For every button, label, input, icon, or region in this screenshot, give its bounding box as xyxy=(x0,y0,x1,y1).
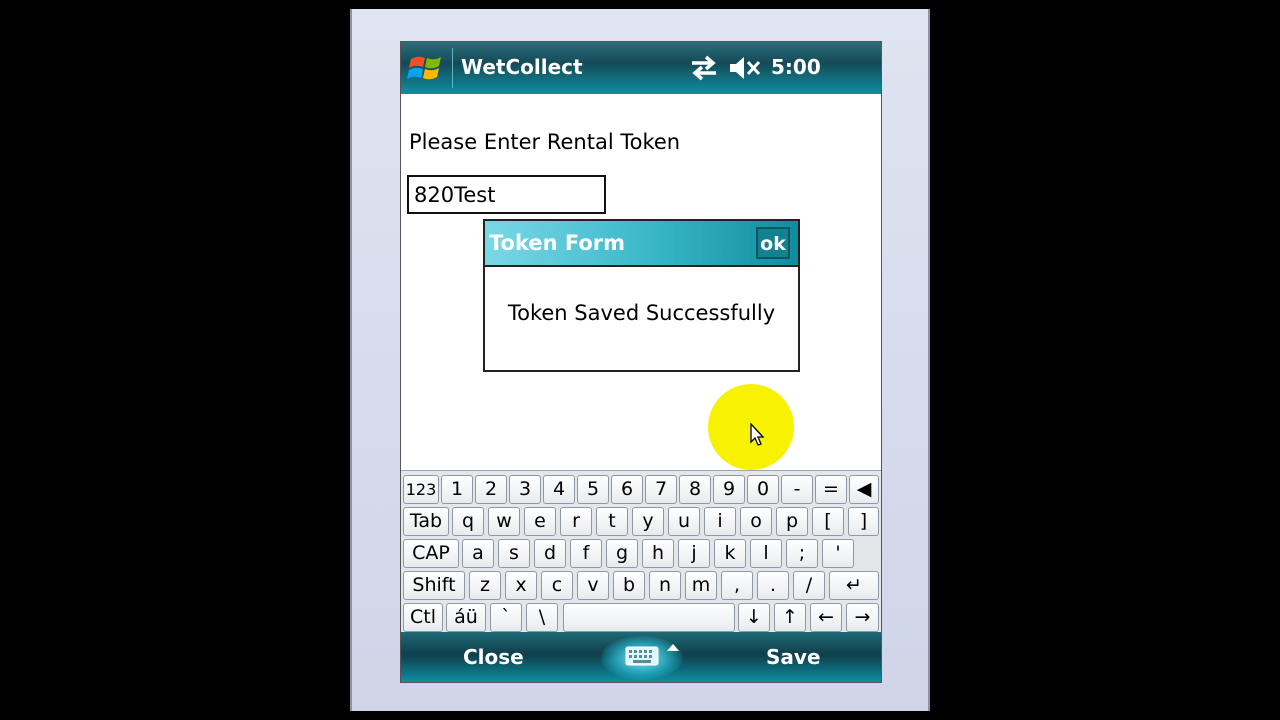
connectivity-icon[interactable] xyxy=(688,54,720,82)
token-prompt-label: Please Enter Rental Token xyxy=(409,130,681,154)
key-r[interactable]: r xyxy=(560,507,592,536)
key-e[interactable]: e xyxy=(524,507,556,536)
save-softkey[interactable]: Save xyxy=(766,645,821,669)
key-v[interactable]: v xyxy=(577,571,609,600)
key-m[interactable]: m xyxy=(685,571,717,600)
keyboard-icon[interactable] xyxy=(625,645,659,667)
dialog-title-bar: Token Form ok xyxy=(485,221,798,267)
enter-key-icon[interactable]: ↵ xyxy=(829,571,879,600)
mouse-pointer-icon xyxy=(750,423,765,446)
key-g[interactable]: g xyxy=(606,539,638,568)
key-9[interactable]: 9 xyxy=(713,475,745,504)
arrow-up-key-icon[interactable]: ↑ xyxy=(774,603,806,632)
key-period[interactable]: . xyxy=(757,571,789,600)
key-space[interactable] xyxy=(563,603,735,632)
key-f[interactable]: f xyxy=(570,539,602,568)
close-softkey[interactable]: Close xyxy=(463,645,524,669)
key-s[interactable]: s xyxy=(498,539,530,568)
key-shift[interactable]: Shift xyxy=(403,571,465,600)
key-slash[interactable]: / xyxy=(793,571,825,600)
key-z[interactable]: z xyxy=(469,571,501,600)
key-q[interactable]: q xyxy=(452,507,484,536)
rental-token-input[interactable]: 820Test xyxy=(407,175,606,214)
key-equals[interactable]: = xyxy=(815,475,847,504)
arrow-right-key-icon[interactable]: → xyxy=(846,603,879,632)
key-quote[interactable]: ' xyxy=(822,539,854,568)
key-7[interactable]: 7 xyxy=(645,475,677,504)
key-a[interactable]: a xyxy=(462,539,494,568)
key-0[interactable]: 0 xyxy=(747,475,779,504)
key-b[interactable]: b xyxy=(613,571,645,600)
key-5[interactable]: 5 xyxy=(577,475,609,504)
key-right-bracket[interactable]: ] xyxy=(848,507,879,536)
key-p[interactable]: p xyxy=(776,507,808,536)
key-caps[interactable]: CAP xyxy=(403,539,459,568)
app-title: WetCollect xyxy=(461,55,583,79)
key-l[interactable]: l xyxy=(750,539,782,568)
backspace-key-icon[interactable]: ◀ xyxy=(849,475,879,504)
soft-keyboard: 123 1 2 3 4 5 6 7 8 9 0 - = ◀ Tab q w e … xyxy=(401,470,881,633)
key-2[interactable]: 2 xyxy=(475,475,507,504)
key-semicolon[interactable]: ; xyxy=(786,539,818,568)
dialog-message: Token Saved Successfully xyxy=(507,301,776,325)
key-minus[interactable]: - xyxy=(781,475,813,504)
key-accents[interactable]: áü xyxy=(446,603,486,632)
title-separator xyxy=(452,48,453,88)
key-t[interactable]: t xyxy=(596,507,628,536)
key-1[interactable]: 1 xyxy=(441,475,473,504)
key-3[interactable]: 3 xyxy=(509,475,541,504)
windows-start-icon[interactable] xyxy=(407,49,447,87)
dialog-title: Token Form xyxy=(489,231,626,255)
key-tab[interactable]: Tab xyxy=(403,507,449,536)
key-u[interactable]: u xyxy=(668,507,700,536)
key-x[interactable]: x xyxy=(505,571,537,600)
token-form-dialog: Token Form ok Token Saved Successfully xyxy=(483,219,800,372)
key-ctl[interactable]: Ctl xyxy=(403,603,443,632)
clock[interactable]: 5:00 xyxy=(771,55,821,79)
key-123[interactable]: 123 xyxy=(403,475,439,504)
ok-button[interactable]: ok xyxy=(756,227,790,259)
key-w[interactable]: w xyxy=(488,507,520,536)
key-y[interactable]: y xyxy=(632,507,664,536)
arrow-left-key-icon[interactable]: ← xyxy=(810,603,842,632)
menu-bar: Close Save xyxy=(401,632,881,682)
key-left-bracket[interactable]: [ xyxy=(812,507,844,536)
key-n[interactable]: n xyxy=(649,571,681,600)
speaker-muted-icon[interactable] xyxy=(728,54,762,82)
arrow-down-key-icon[interactable]: ↓ xyxy=(738,603,770,632)
key-k[interactable]: k xyxy=(714,539,746,568)
key-d[interactable]: d xyxy=(534,539,566,568)
input-panel-arrow-icon[interactable] xyxy=(667,644,679,651)
key-6[interactable]: 6 xyxy=(611,475,643,504)
key-j[interactable]: j xyxy=(678,539,710,568)
key-8[interactable]: 8 xyxy=(679,475,711,504)
key-c[interactable]: c xyxy=(541,571,573,600)
key-h[interactable]: h xyxy=(642,539,674,568)
key-backslash[interactable]: \ xyxy=(526,603,558,632)
key-4[interactable]: 4 xyxy=(543,475,575,504)
title-bar: WetCollect 5:00 xyxy=(401,42,881,94)
key-backtick[interactable]: ` xyxy=(490,603,522,632)
key-comma[interactable]: , xyxy=(721,571,753,600)
key-o[interactable]: o xyxy=(740,507,772,536)
device-screen: WetCollect 5:00 Please Enter Rental Toke… xyxy=(400,41,882,683)
key-i[interactable]: i xyxy=(704,507,736,536)
